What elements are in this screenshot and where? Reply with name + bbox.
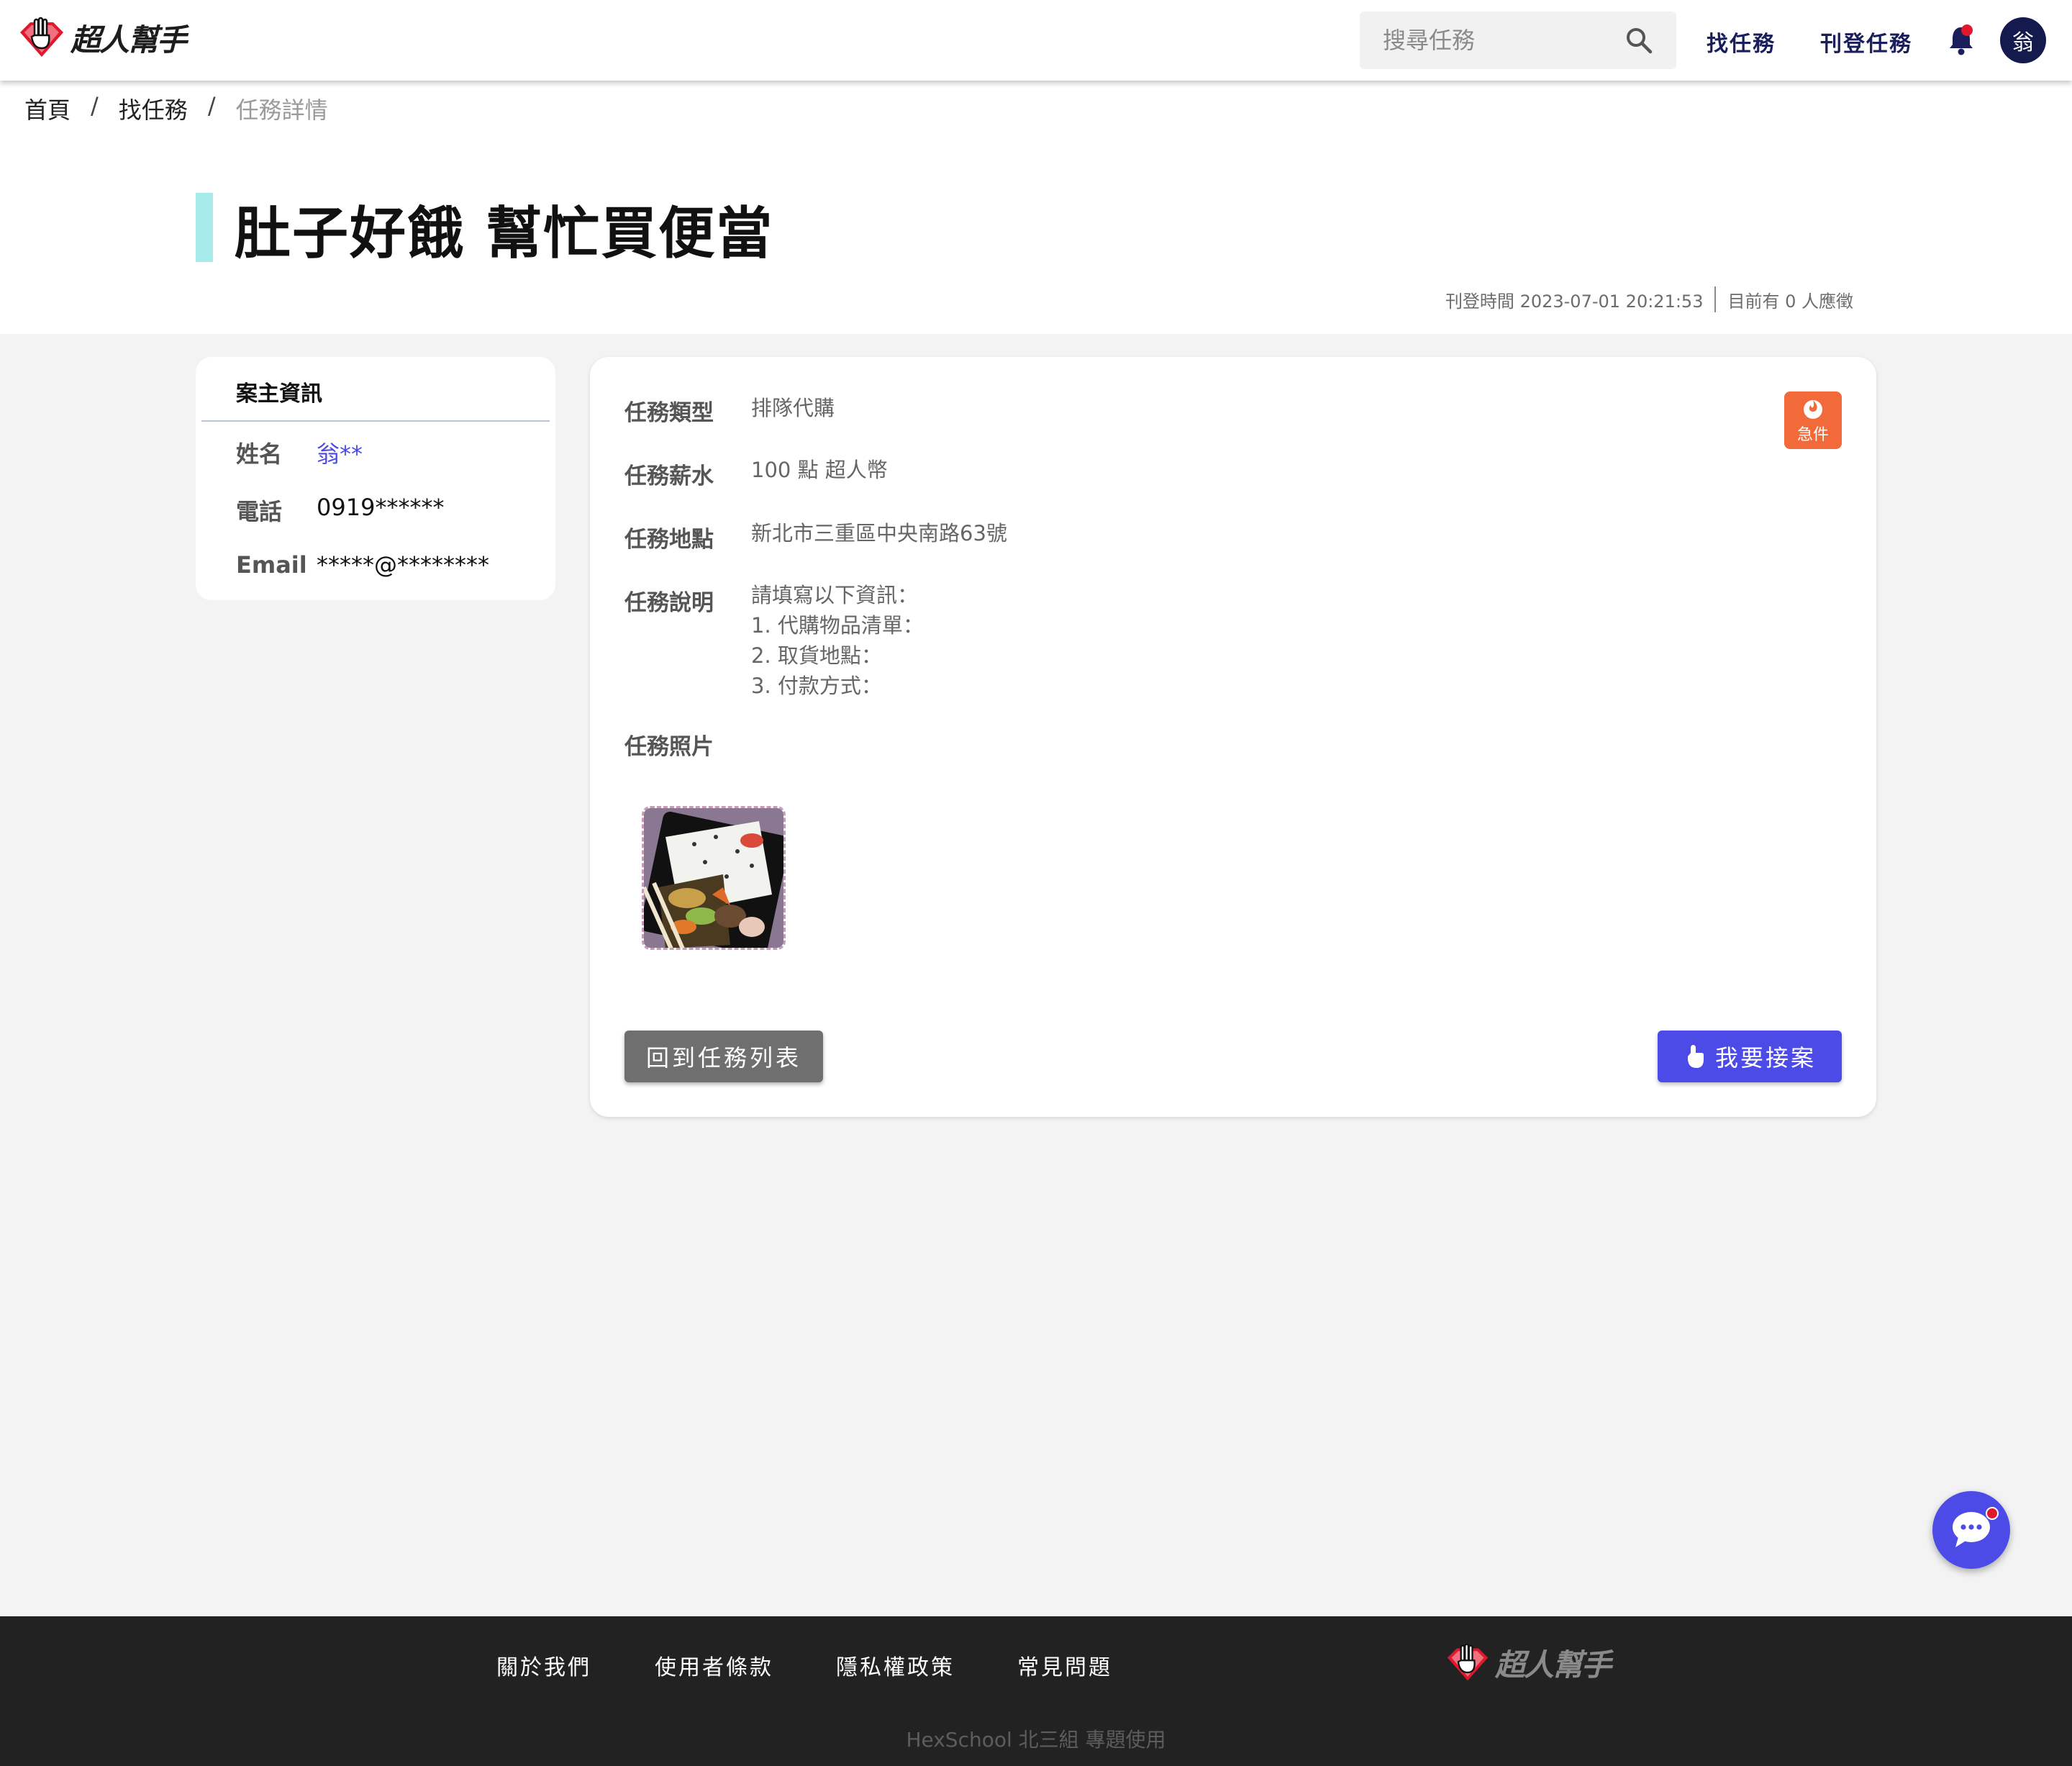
back-to-list-button[interactable]: 回到任務列表 [624,1031,823,1082]
top-navbar: 超人幫手 找任務 刊登任務 翁 [0,0,2072,81]
notification-dot [1961,24,1973,36]
urgent-label: 急件 [1796,426,1829,444]
site-logo[interactable]: 超人幫手 [19,16,187,60]
footer-logo-text: 超人幫手 [1495,1647,1612,1683]
urgent-badge: 急件 [1784,391,1842,449]
accept-task-button[interactable]: 我要接案 [1658,1031,1842,1082]
description-line: 3. 付款方式： [751,674,882,698]
owner-name-link[interactable]: 翁** [317,436,363,469]
copyright-text: HexSchool 北三組 專題使用 [906,1728,1166,1752]
search-input[interactable] [1383,12,1620,69]
avatar[interactable]: 翁 [2000,17,2046,63]
owner-name-label: 姓名 [236,440,283,468]
task-photo-bento[interactable] [642,806,786,950]
hand-logo-icon [20,17,63,57]
task-salary-label: 任務薪水 [624,463,714,489]
owner-info-card: 案主資訊 姓名 翁** 電話 0919****** Email *****@**… [196,357,555,600]
flame-icon [1804,400,1822,419]
accept-task-label: 我要接案 [1714,1044,1816,1072]
task-type-label: 任務類型 [624,400,714,426]
owner-phone-label: 電話 [236,498,283,525]
pointer-hand-icon [1687,1045,1704,1068]
title-accent-bar [196,193,213,262]
applicant-count: 目前有 0 人應徵 [1727,291,1853,312]
task-detail-card: 任務類型 排隊代購 任務薪水 100 點 超人幣 任務地點 新北市三重區中央南路… [590,357,1876,1117]
task-description-value: 請填寫以下資訊： 1. 代購物品清單： 2. 取貨地點： 3. 付款方式： [751,580,924,701]
page-title: 肚子好餓 幫忙買便當 [235,201,774,266]
task-meta: 刊登時間 2023-07-01 20:21:53 目前有 0 人應徵 [1445,286,1853,312]
hand-logo-icon [1448,1643,1488,1680]
owner-name-row: 姓名 翁** [236,436,363,469]
search-icon[interactable] [1625,26,1653,58]
breadcrumb-separator: / [91,92,99,119]
footer-link-about[interactable]: 關於我們 [496,1649,591,1681]
posted-time: 刊登時間 2023-07-01 20:21:53 [1445,291,1704,312]
breadcrumb-find-tasks[interactable]: 找任務 [119,92,188,125]
breadcrumb-home[interactable]: 首頁 [24,92,71,125]
logo-text: 超人幫手 [71,22,187,58]
breadcrumb-current: 任務詳情 [235,96,328,124]
search-box [1360,12,1676,69]
nav-find-tasks[interactable]: 找任務 [1707,26,1776,58]
footer-link-privacy[interactable]: 隱私權政策 [836,1649,955,1681]
task-salary-value: 100 點 超人幣 [751,458,888,482]
task-location-value: 新北市三重區中央南路63號 [751,521,1007,545]
description-line: 2. 取貨地點： [751,643,882,668]
breadcrumb: 首頁 / 找任務 / 任務詳情 [24,92,328,125]
owner-email-label: Email [236,551,307,579]
task-type-value: 排隊代購 [751,396,835,420]
task-description-label: 任務說明 [624,590,714,616]
footer-logo[interactable]: 超人幫手 [1446,1641,1612,1685]
owner-email-row: Email *****@******** [236,551,489,579]
chat-notification-dot [1986,1507,1999,1520]
chat-button[interactable] [1932,1491,2010,1569]
owner-card-title: 案主資訊 [236,381,322,407]
description-line: 1. 代購物品清單： [751,613,924,638]
site-footer: 關於我們 使用者條款 隱私權政策 常見問題 超人幫手 HexSchool 北三組… [0,1616,2072,1766]
breadcrumb-separator: / [207,92,216,119]
owner-phone-row: 電話 0919****** [236,494,444,527]
task-photos-label: 任務照片 [624,734,714,760]
nav-post-task[interactable]: 刊登任務 [1820,26,1912,58]
footer-link-faq[interactable]: 常見問題 [1017,1649,1112,1681]
task-location-label: 任務地點 [624,527,714,553]
owner-phone-value: 0919****** [317,494,445,521]
meta-divider [1714,286,1717,312]
divider [201,420,550,422]
footer-link-terms[interactable]: 使用者條款 [655,1649,773,1681]
description-line: 請填寫以下資訊： [751,583,919,607]
owner-email-value: *****@******** [317,551,489,579]
